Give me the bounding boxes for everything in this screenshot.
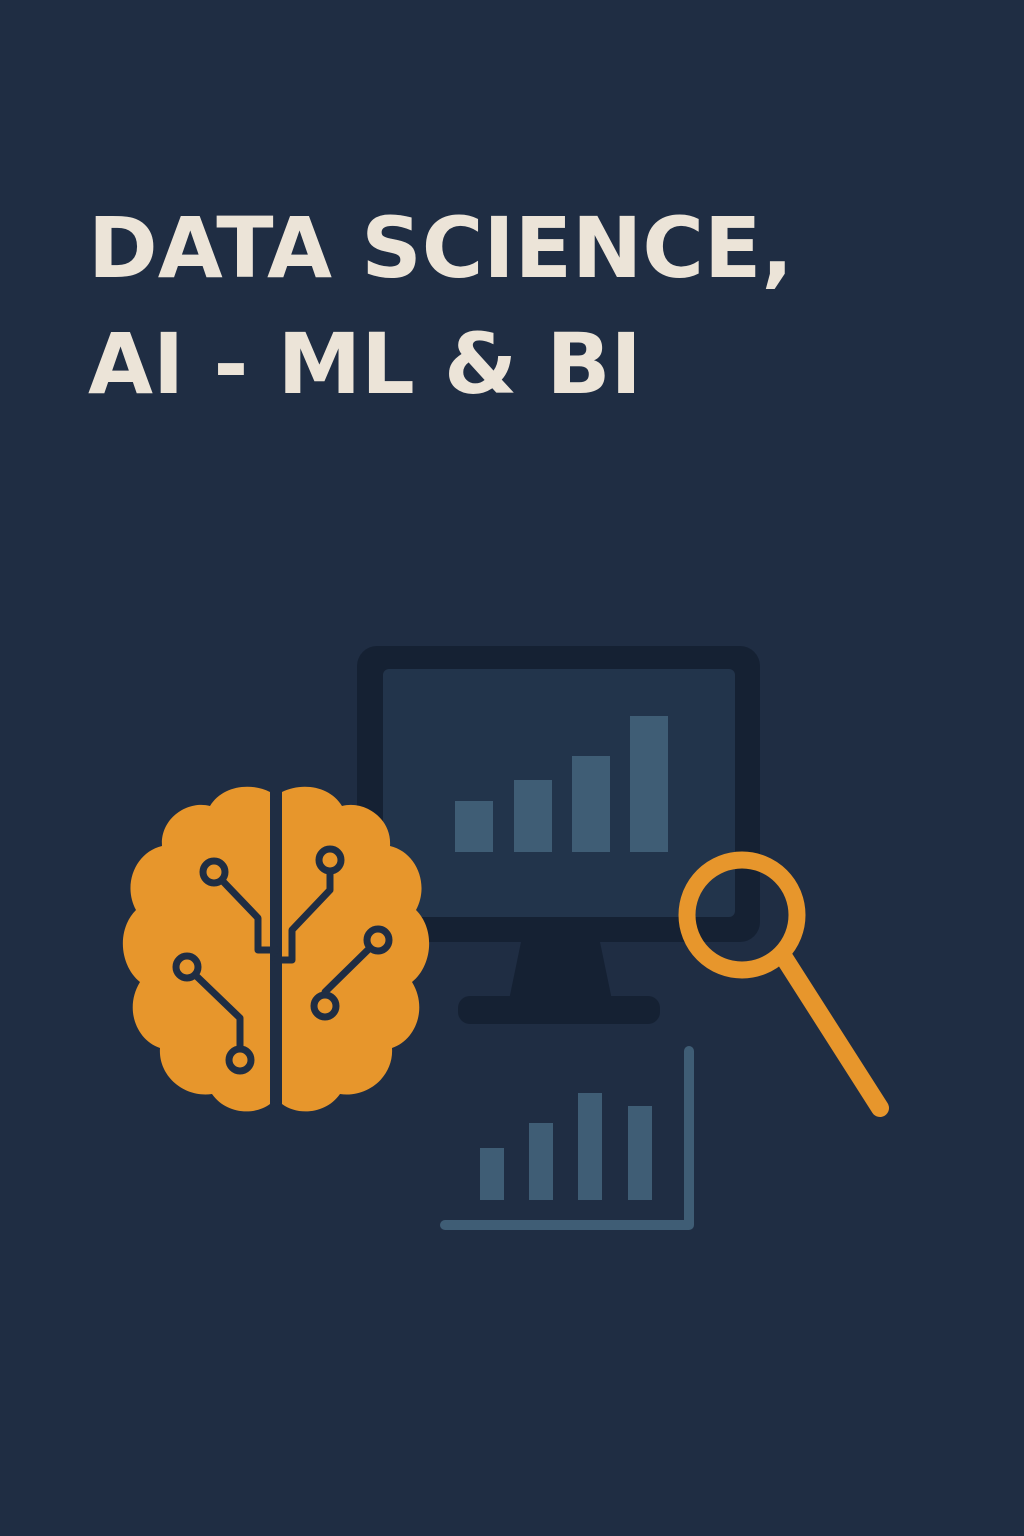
chart-bar-2 bbox=[529, 1123, 553, 1200]
circuit-node-3 bbox=[172, 952, 202, 982]
chart-bar-3 bbox=[578, 1093, 602, 1200]
chart-bar-1 bbox=[480, 1148, 504, 1200]
monitor-bar-3 bbox=[572, 756, 610, 852]
monitor-bar-4 bbox=[630, 716, 668, 852]
circuit-node-1 bbox=[199, 857, 229, 887]
chart-bar-4 bbox=[628, 1106, 652, 1200]
monitor-bar-1 bbox=[455, 801, 493, 852]
circuit-node-6 bbox=[225, 1045, 255, 1075]
brain-circuit-icon bbox=[122, 786, 430, 1112]
circuit-node-4 bbox=[363, 925, 393, 955]
illustration bbox=[122, 646, 889, 1230]
monitor-bar-2 bbox=[514, 780, 552, 852]
circuit-node-2 bbox=[315, 845, 345, 875]
bar-chart-icon bbox=[440, 1046, 694, 1230]
circuit-node-5 bbox=[310, 991, 340, 1021]
